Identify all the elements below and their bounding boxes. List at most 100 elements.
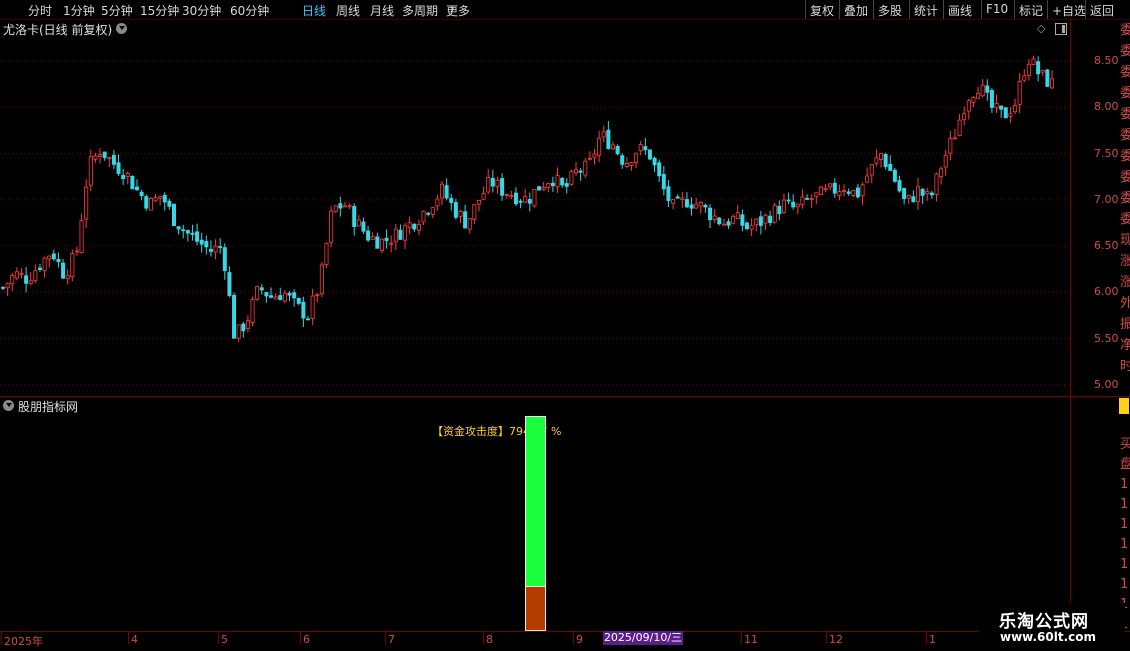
chevron-down-icon[interactable] — [3, 400, 14, 411]
tab-period-7[interactable]: 周线 — [336, 2, 360, 19]
candle-body — [319, 264, 324, 295]
candle-body — [666, 186, 671, 201]
candle-body — [148, 198, 153, 211]
candle-body — [407, 222, 412, 229]
candle-body — [513, 192, 518, 205]
tab-period-3[interactable]: 15分钟 — [140, 2, 179, 19]
candle-body — [227, 272, 232, 296]
tab-period-6[interactable]: 日线 — [302, 2, 326, 19]
candle-body — [65, 275, 70, 280]
watermark-title: 乐淘公式网 — [999, 612, 1089, 632]
candle-body — [929, 192, 934, 196]
date-tick-label: 7 — [388, 633, 395, 646]
date-tick-mark — [128, 631, 129, 644]
quote-field-label: 委 — [1120, 170, 1130, 185]
tab-period-5[interactable]: 60分钟 — [230, 2, 269, 19]
candle-body — [906, 194, 911, 199]
candle-body — [994, 102, 999, 109]
candle-body — [749, 225, 754, 230]
candle-body — [167, 200, 172, 207]
tab-period-0[interactable]: 分时 — [28, 2, 52, 19]
candle-body — [837, 191, 842, 197]
candle-body — [915, 186, 920, 203]
toolbar-button-6[interactable]: 标记 — [1019, 2, 1043, 19]
candle-body — [458, 211, 463, 217]
toolbar-button-8[interactable]: 返回 — [1090, 2, 1114, 19]
candle-body — [925, 191, 930, 194]
candle-body — [610, 144, 615, 150]
tab-period-4[interactable]: 30分钟 — [182, 2, 221, 19]
diamond-icon[interactable]: ◇ — [1037, 22, 1045, 35]
candle-body — [245, 320, 250, 329]
chevron-down-icon[interactable] — [116, 23, 127, 34]
price-tick-label: 8.00 — [1094, 100, 1119, 114]
candle-body — [865, 175, 870, 183]
tab-period-9[interactable]: 多周期 — [402, 2, 438, 19]
quote-field-label: 涨 — [1120, 254, 1130, 269]
cursor-date: 2025/09/10/三 — [603, 631, 683, 645]
candle-body — [135, 186, 140, 191]
date-tick-mark — [926, 631, 927, 644]
toolbar-button-0[interactable]: 复权 — [810, 2, 834, 19]
candle-body — [190, 232, 195, 235]
toolbar-button-4[interactable]: 画线 — [948, 2, 972, 19]
candle-body — [689, 204, 694, 209]
candle-body — [84, 186, 89, 220]
candle-body — [28, 280, 33, 285]
candle-body — [181, 229, 186, 232]
candle-body — [892, 169, 897, 182]
candlestick-chart[interactable] — [0, 38, 1070, 394]
tab-period-2[interactable]: 5分钟 — [101, 2, 133, 19]
toolbar-button-1[interactable]: 叠加 — [844, 2, 868, 19]
quote-field-label: 振 — [1120, 317, 1130, 332]
candle-body — [560, 177, 565, 186]
candle-body — [661, 174, 666, 190]
candle-body — [555, 175, 560, 188]
candle-body — [426, 212, 431, 215]
candle-body — [476, 199, 481, 205]
date-tick-label: 2025年 — [4, 635, 43, 648]
candle-body — [463, 211, 468, 229]
price-tick-label: 6.00 — [1094, 285, 1119, 299]
candle-body — [587, 157, 592, 160]
quote-field-value: 1 — [1120, 557, 1129, 572]
price-tick-label: 8.50 — [1094, 54, 1119, 68]
candle-body — [1013, 105, 1018, 113]
candle-body — [1031, 58, 1036, 65]
toolbar-button-2[interactable]: 多股 — [878, 2, 902, 19]
candle-body — [296, 297, 301, 304]
toolbar-button-5[interactable]: F10 — [986, 2, 1008, 16]
candle-body — [574, 169, 579, 174]
candle-body — [329, 210, 334, 243]
quote-field-value: 买 — [1120, 437, 1130, 452]
candle-body — [504, 194, 509, 196]
tab-period-8[interactable]: 月线 — [370, 2, 394, 19]
candle-body — [324, 243, 329, 265]
candle-body — [218, 246, 223, 248]
candle-body — [726, 221, 731, 226]
candle-body — [805, 197, 810, 200]
candle-body — [883, 153, 888, 167]
quote-field-label: 现 — [1120, 233, 1130, 248]
date-tick-mark — [385, 631, 386, 644]
chevron-right-icon[interactable]: › — [450, 2, 455, 16]
date-tick-label: 8 — [486, 633, 493, 646]
candle-body — [162, 194, 167, 203]
watermark-url: www.60lt.com — [1000, 630, 1097, 644]
quote-field-value: 1 — [1120, 577, 1129, 592]
candle-body — [98, 154, 103, 157]
tab-period-1[interactable]: 1分钟 — [63, 2, 95, 19]
candle-body — [70, 253, 75, 278]
candle-body — [657, 162, 662, 177]
toolbar-button-3[interactable]: 统计 — [914, 2, 938, 19]
date-tick-mark — [1, 631, 2, 644]
window-toggle-icon[interactable] — [1055, 23, 1067, 35]
candle-body — [213, 245, 218, 253]
toolbar-button-7[interactable]: +自选 — [1052, 2, 1086, 19]
candle-body — [966, 100, 971, 112]
date-tick-label: 4 — [131, 633, 138, 646]
candle-body — [121, 174, 126, 180]
toolbar-separator — [805, 0, 806, 19]
candle-body — [597, 137, 602, 156]
candle-body — [61, 262, 66, 279]
